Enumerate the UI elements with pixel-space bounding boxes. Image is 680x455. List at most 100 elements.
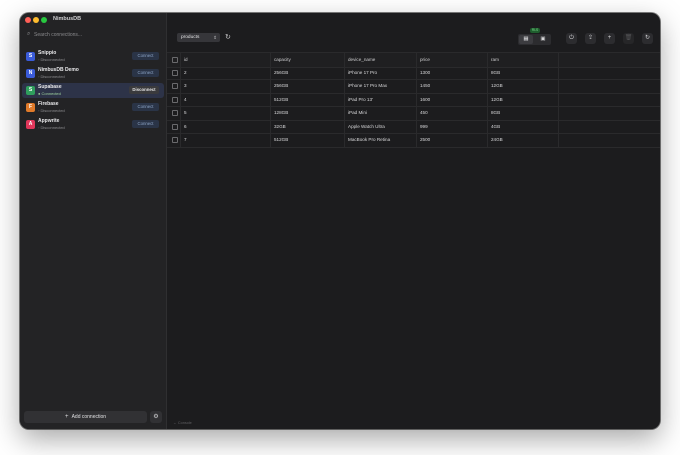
table-cell[interactable]: 999 — [417, 119, 488, 133]
connection-item[interactable]: S Supabase ● Connected Disconnect — [22, 83, 164, 98]
table-cell[interactable]: 24GB — [488, 133, 559, 147]
table-cell[interactable]: MacBook Pro Retina — [345, 133, 417, 147]
share-icon[interactable]: ⇪ — [585, 33, 596, 44]
table-cell[interactable]: 128GB — [271, 106, 345, 120]
power-icon[interactable]: ⏻ — [566, 33, 577, 44]
table-cell[interactable]: 256GB — [271, 65, 345, 79]
connection-item[interactable]: N NimbusDB Demo ◦ Disconnected Connect — [22, 66, 164, 81]
database-icon: A — [26, 120, 35, 129]
table-row[interactable]: 3 256GB iPhone 17 Pro Max 1450 12GB — [167, 79, 660, 94]
settings-button[interactable]: ⚙ — [150, 411, 162, 423]
zoom-window-button[interactable] — [41, 17, 47, 23]
minimize-window-button[interactable] — [33, 17, 39, 23]
table-cell[interactable]: 1300 — [417, 65, 488, 79]
connection-status: ● Connected — [38, 91, 61, 96]
table-cell[interactable]: 8GB — [488, 106, 559, 120]
sidebar: NimbusDB ⌕ SSnippio◦ DisconnectedConnect… — [20, 13, 167, 429]
select-cell — [167, 106, 181, 120]
title-bar: NimbusDB — [20, 13, 166, 27]
table-cell[interactable]: 256GB — [271, 79, 345, 93]
delete-icon[interactable]: 🗑 — [623, 33, 634, 44]
connection-status-text: Disconnected — [40, 74, 65, 79]
column-header[interactable]: capacity — [271, 53, 345, 67]
column-header[interactable]: ram — [488, 53, 559, 67]
table-selector[interactable]: products ⇕ — [177, 33, 220, 42]
app-title: NimbusDB — [53, 16, 82, 22]
connection-status: ◦ Disconnected — [38, 108, 65, 113]
table-cell[interactable]: 8GB — [488, 65, 559, 79]
table-cell[interactable]: 512GB — [271, 133, 345, 147]
table-cell[interactable]: 5 — [181, 106, 271, 120]
table-cell[interactable]: 2500 — [417, 133, 488, 147]
search-input[interactable] — [34, 30, 158, 40]
connection-name: Supabase — [38, 84, 62, 90]
select-all-checkbox[interactable] — [172, 57, 178, 63]
connect-button[interactable]: Connect — [132, 69, 159, 77]
row-checkbox[interactable] — [172, 123, 178, 130]
connection-item[interactable]: S Snippio ◦ Disconnected Connect — [22, 49, 164, 64]
table-cell[interactable]: iPad Pro 13' — [345, 92, 417, 106]
table-row[interactable]: 4 512GB iPad Pro 13' 1600 12GB — [167, 92, 660, 107]
row-checkbox[interactable] — [172, 110, 178, 116]
table-cell[interactable]: 4GB — [488, 119, 559, 133]
row-checkbox[interactable] — [172, 69, 178, 76]
table-view-icon[interactable]: ▦ — [519, 35, 533, 44]
table-cell[interactable]: iPhone 17 Pro Max — [345, 79, 417, 93]
table-cell[interactable]: 6 — [181, 119, 271, 133]
select-cell — [167, 92, 181, 106]
table-cell[interactable]: 7 — [181, 133, 271, 147]
table-cell[interactable]: 2 — [181, 65, 271, 79]
column-header[interactable]: id — [181, 53, 271, 67]
row-checkbox[interactable] — [172, 96, 178, 103]
column-header[interactable]: price — [417, 53, 488, 67]
table-cell[interactable]: 4 — [181, 92, 271, 106]
add-row-icon[interactable]: + — [604, 33, 615, 44]
table-cell[interactable]: 3 — [181, 79, 271, 93]
main-panel: products ⇕ ↻ RLS ▦ ▣ ⏻ ⇪ + 🗑 ↻ id capacit… — [167, 13, 660, 429]
row-checkbox[interactable] — [172, 137, 178, 143]
table-cell[interactable]: iPad Mini — [345, 106, 417, 120]
table-cell[interactable]: 1450 — [417, 79, 488, 93]
table-row[interactable]: 5 128GB iPad Mini 450 8GB — [167, 106, 660, 121]
connect-button[interactable]: Connect — [132, 103, 159, 111]
table-cell[interactable]: 12GB — [488, 79, 559, 93]
connection-status-text: Disconnected — [40, 108, 65, 113]
connection-item[interactable]: A Appwrite ◦ Disconnected Connect — [22, 117, 164, 132]
table-row[interactable]: 2 256GB iPhone 17 Pro 1300 8GB — [167, 65, 660, 80]
table-cell[interactable]: iPhone 17 Pro — [345, 65, 417, 79]
disconnect-button[interactable]: Disconnect — [129, 86, 159, 94]
connect-button[interactable]: Connect — [132, 120, 159, 128]
table-row[interactable]: 7 512GB MacBook Pro Retina 2500 24GB — [167, 133, 660, 148]
connection-status-text: Disconnected — [40, 57, 65, 62]
add-connection-button[interactable]: + Add connection — [24, 411, 147, 423]
refresh-icon[interactable]: ↻ — [225, 33, 231, 42]
close-window-button[interactable] — [25, 17, 31, 23]
connection-search: ⌕ — [25, 30, 161, 40]
search-icon: ⌕ — [27, 31, 31, 37]
table-cell[interactable]: 512GB — [271, 92, 345, 106]
table-cell[interactable]: 12GB — [488, 92, 559, 106]
select-cell — [167, 53, 181, 67]
connection-name: NimbusDB Demo — [38, 67, 79, 73]
connection-status-text: Disconnected — [40, 125, 65, 130]
reload-icon[interactable]: ↻ — [642, 33, 653, 44]
database-icon: S — [26, 86, 35, 95]
select-cell — [167, 79, 181, 93]
table-cell[interactable]: 1600 — [417, 92, 488, 106]
table-cell[interactable]: 450 — [417, 106, 488, 120]
code-view-icon[interactable]: ▣ — [536, 35, 550, 44]
app-window: NimbusDB ⌕ SSnippio◦ DisconnectedConnect… — [20, 13, 660, 429]
rls-badge: RLS — [530, 28, 540, 33]
connection-name: Appwrite — [38, 118, 60, 124]
connection-status: ◦ Disconnected — [38, 57, 65, 62]
table-row[interactable]: 6 32GB Apple Watch Ultra 999 4GB — [167, 119, 660, 134]
table-cell[interactable]: 32GB — [271, 119, 345, 133]
database-icon: S — [26, 52, 35, 61]
row-checkbox[interactable] — [172, 83, 178, 89]
column-header[interactable]: device_name — [345, 53, 417, 67]
connect-button[interactable]: Connect — [132, 52, 159, 60]
connection-item[interactable]: F Firebase ◦ Disconnected Connect — [22, 100, 164, 115]
connection-status: ◦ Disconnected — [38, 125, 65, 130]
gear-icon: ⚙ — [153, 414, 159, 420]
table-cell[interactable]: Apple Watch Ultra — [345, 119, 417, 133]
